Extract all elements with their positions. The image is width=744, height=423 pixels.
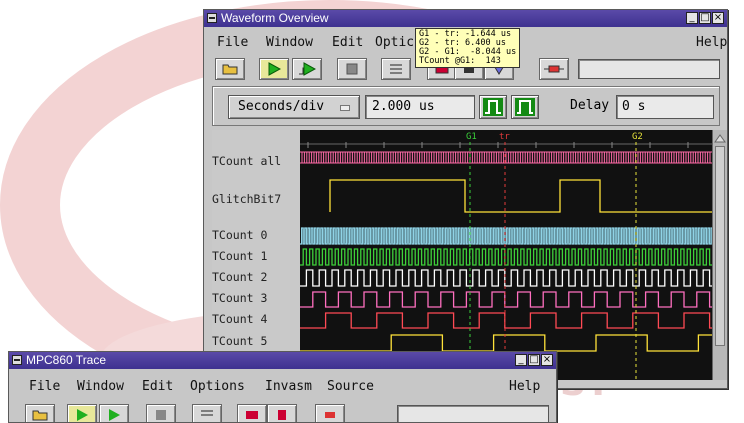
menu-help[interactable]: Help <box>696 35 727 50</box>
chip-icon <box>278 410 286 420</box>
list-icon <box>390 64 402 74</box>
stop-icon <box>346 63 358 75</box>
signal-label-tcount-5[interactable]: TCount 5 <box>212 334 298 348</box>
signal-label-tcount-1[interactable]: TCount 1 <box>212 249 298 263</box>
window-menu-icon[interactable] <box>12 355 22 365</box>
play-icon <box>268 62 281 76</box>
trigger-icon <box>246 411 258 419</box>
signal-label-tcount-2[interactable]: TCount 2 <box>212 270 298 284</box>
toolbar-status-field[interactable] <box>578 59 720 79</box>
run-step-button[interactable] <box>99 404 129 422</box>
window-title: MPC860 Trace <box>26 353 107 367</box>
menu-help[interactable]: Help <box>509 379 540 394</box>
window-menu-icon[interactable] <box>207 13 217 23</box>
timebase-panel: Seconds/div 2.000 us Delay 0 s <box>212 86 720 126</box>
probe-button[interactable] <box>539 58 569 80</box>
folder-icon <box>32 410 48 421</box>
run-step-button[interactable] <box>292 58 322 80</box>
signal-label-glitchbit7[interactable]: GlitchBit7 <box>212 192 298 206</box>
menu-invasm[interactable]: Invasm <box>265 379 312 394</box>
menu-file[interactable]: File <box>217 35 248 50</box>
signal-label-tcount-3[interactable]: TCount 3 <box>212 291 298 305</box>
seconds-per-div-label: Seconds/div <box>238 99 325 114</box>
maximize-button[interactable]: □ <box>528 354 540 366</box>
trigger-marker-label: tr <box>499 132 510 142</box>
waveform-vertical-scrollbar[interactable] <box>712 130 727 380</box>
menu-file[interactable]: File <box>29 379 60 394</box>
window-title: Waveform Overview <box>221 11 329 25</box>
menu-source[interactable]: Source <box>327 379 374 394</box>
signal-label-tcount-4[interactable]: TCount 4 <box>212 312 298 326</box>
waveform-overview-window: Waveform Overview _ □ × File Window Edit… <box>203 9 728 389</box>
tooltip-line: TCount @G1: 143 <box>419 56 501 66</box>
delay-value: 0 s <box>622 99 646 114</box>
signal-labels-panel: TCount all GlitchBit7 TCount 0 TCount 1 … <box>212 130 300 380</box>
mpc860-trace-window: MPC860 Trace _ □ × File Window Edit Opti… <box>8 351 557 423</box>
zoom-in-button[interactable] <box>479 95 507 119</box>
scroll-thumb[interactable] <box>715 146 725 346</box>
close-button[interactable]: × <box>712 12 724 24</box>
trigger-button[interactable] <box>237 404 267 422</box>
menu-window[interactable]: Window <box>266 35 313 50</box>
minimize-button[interactable]: _ <box>515 354 527 366</box>
trace-title-bar[interactable]: MPC860 Trace _ □ × <box>9 352 556 369</box>
play-step-icon <box>299 62 316 76</box>
play-icon <box>77 409 88 421</box>
menu-options[interactable]: Optic <box>375 35 414 50</box>
option-menu-indicator-icon <box>340 105 350 111</box>
stop-icon <box>156 410 166 420</box>
trace-menubar: File Window Edit Options Invasm Source H… <box>9 376 556 398</box>
close-button[interactable]: × <box>541 354 553 366</box>
waveform-title-bar[interactable]: Waveform Overview _ □ × <box>204 10 727 27</box>
open-folder-button[interactable] <box>215 58 245 80</box>
listing-button[interactable] <box>381 58 411 80</box>
zoom-out-button[interactable] <box>511 95 539 119</box>
pulse-icon <box>483 98 503 116</box>
play-step-icon <box>109 409 120 421</box>
menu-edit[interactable]: Edit <box>142 379 173 394</box>
signal-label-tcount-all[interactable]: TCount all <box>212 154 298 168</box>
open-folder-button[interactable] <box>25 404 55 422</box>
stop-button[interactable] <box>146 404 176 422</box>
g1-marker-label: G1 <box>466 132 477 142</box>
pulse-icon <box>515 98 535 116</box>
maximize-button[interactable]: □ <box>699 12 711 24</box>
listing-button[interactable] <box>192 404 222 422</box>
tcount-0-trace <box>300 227 712 245</box>
toolbar-status-field[interactable] <box>397 405 549 422</box>
menu-options[interactable]: Options <box>190 379 245 394</box>
run-button[interactable] <box>67 404 97 422</box>
delay-field[interactable]: 0 s <box>616 95 714 119</box>
run-button[interactable] <box>259 58 289 80</box>
time-per-div-value: 2.000 us <box>372 99 435 114</box>
memory-button[interactable] <box>267 404 297 422</box>
stop-button[interactable] <box>337 58 367 80</box>
probe-icon <box>544 65 564 73</box>
menu-window[interactable]: Window <box>77 379 124 394</box>
waveform-display[interactable]: G1 tr G2 <box>300 130 712 380</box>
time-per-div-field[interactable]: 2.000 us <box>365 95 475 119</box>
g2-marker-label: G2 <box>632 132 643 142</box>
list-icon <box>201 410 213 416</box>
marker-tooltip: G1 - tr: -1.644 us G2 - tr: 6.400 us G2 - … <box>415 28 521 68</box>
minimize-button[interactable]: _ <box>686 12 698 24</box>
signal-label-tcount-0[interactable]: TCount 0 <box>212 228 298 242</box>
probe-button[interactable] <box>315 404 345 422</box>
delay-label: Delay <box>570 98 610 113</box>
seconds-per-div-button[interactable]: Seconds/div <box>228 95 360 119</box>
probe-icon <box>325 412 335 418</box>
scroll-up-icon[interactable] <box>713 132 727 144</box>
menu-edit[interactable]: Edit <box>332 35 363 50</box>
folder-icon <box>222 64 238 75</box>
